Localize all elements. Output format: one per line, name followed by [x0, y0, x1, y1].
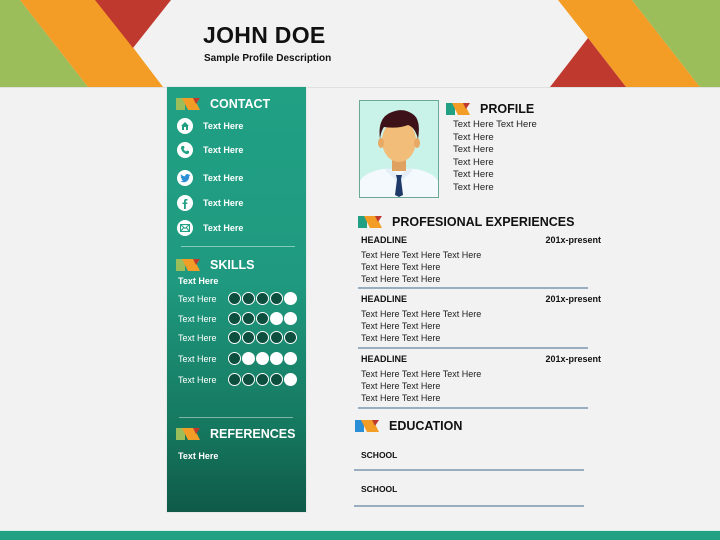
profile-title: PROFILE	[480, 102, 535, 116]
experience-period: 201x-present	[545, 235, 601, 245]
profile-line: Text Here Text Here	[453, 119, 537, 130]
profile-line: Text Here	[453, 169, 494, 181]
profile-heading: PROFILE	[446, 102, 534, 116]
experience-line: Text Here Text Here	[361, 393, 441, 404]
experience-period: 201x-present	[545, 354, 601, 364]
experience-item: HEADLINE 201x-present Text Here Text Here…	[361, 294, 601, 345]
experience-divider	[358, 287, 588, 289]
education-title: EDUCATION	[389, 419, 463, 433]
profile-line: Text Here	[453, 156, 494, 168]
experience-divider	[358, 347, 588, 349]
profile-photo	[359, 100, 439, 198]
section-flag-icon	[446, 103, 470, 115]
experience-line: Text Here Text Here	[361, 321, 441, 332]
education-divider	[354, 469, 584, 471]
experience-item: HEADLINE 201x-present Text Here Text Here…	[361, 354, 601, 405]
profile-line: Text Here	[453, 144, 494, 156]
experience-line: Text Here Text Here	[361, 381, 441, 392]
footer-bar	[0, 530, 720, 540]
experience-line: Text Here Text Here Text Here	[361, 309, 482, 319]
main-content: PROFILE Text Here Text Here Text Here Te…	[0, 0, 720, 540]
experience-heading: PROFESIONAL EXPERIENCES	[358, 215, 574, 229]
school-item: SCHOOL	[361, 484, 398, 494]
experience-title: PROFESIONAL EXPERIENCES	[392, 215, 575, 229]
education-divider	[354, 505, 584, 507]
profile-line: Text Here	[453, 131, 494, 143]
experience-divider	[358, 407, 588, 409]
section-flag-icon	[355, 420, 379, 432]
experience-line: Text Here Text Here	[361, 262, 441, 273]
avatar-icon	[360, 110, 438, 197]
experience-headline: HEADLINE	[361, 354, 408, 364]
profile-text: Text Here Text Here Text Here Text Here …	[453, 119, 537, 195]
section-flag-icon	[358, 216, 382, 228]
experience-headline: HEADLINE	[361, 294, 408, 304]
experience-line: Text Here Text Here Text Here	[361, 369, 482, 379]
school-item: SCHOOL	[361, 450, 398, 460]
experience-line: Text Here Text Here Text Here	[361, 250, 482, 260]
profile-line: Text Here	[453, 181, 494, 193]
experience-item: HEADLINE 201x-present Text Here Text Here…	[361, 235, 601, 286]
education-heading: EDUCATION	[355, 419, 462, 433]
experience-headline: HEADLINE	[361, 235, 408, 245]
experience-line: Text Here Text Here	[361, 333, 441, 344]
experience-line: Text Here Text Here	[361, 274, 441, 285]
experience-period: 201x-present	[545, 294, 601, 304]
